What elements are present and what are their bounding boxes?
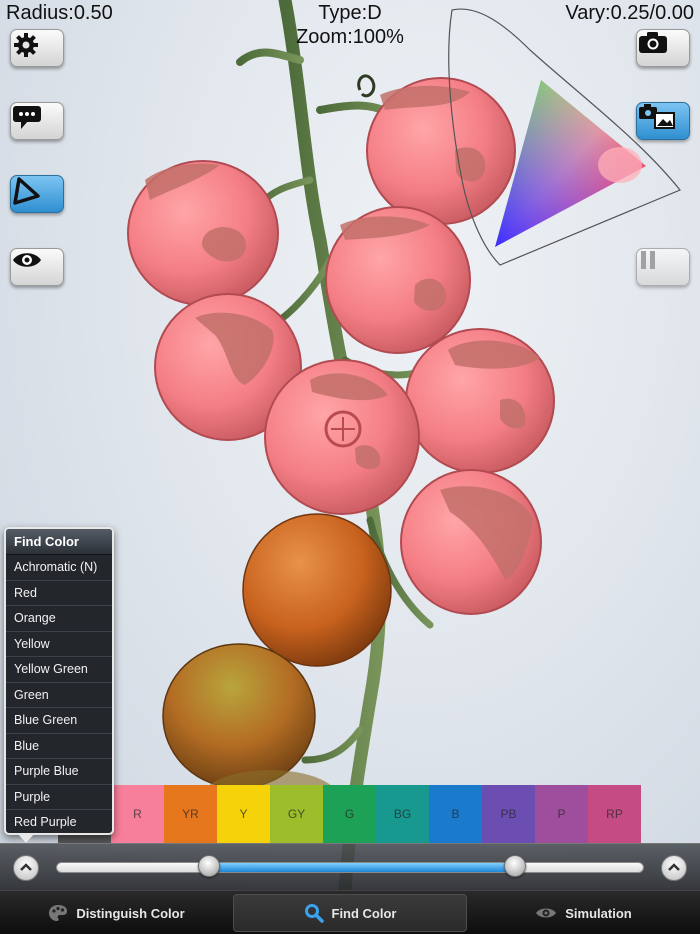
eye-icon bbox=[535, 906, 557, 920]
tab-find-color[interactable]: Find Color bbox=[233, 894, 467, 932]
range-slider-track[interactable] bbox=[56, 862, 644, 873]
menu-item-achromatic[interactable]: Achromatic (N) bbox=[6, 555, 112, 581]
hue-cell-rp[interactable]: RP bbox=[588, 785, 641, 843]
gamut-button[interactable] bbox=[10, 175, 64, 213]
menu-item-yellow-green[interactable]: Yellow Green bbox=[6, 657, 112, 683]
hue-cell-g[interactable]: G bbox=[323, 785, 376, 843]
tab-distinguish-color[interactable]: Distinguish Color bbox=[0, 894, 233, 932]
search-icon bbox=[304, 903, 324, 923]
hue-cell-gy[interactable]: GY bbox=[270, 785, 323, 843]
chevron-up-icon bbox=[19, 859, 33, 877]
hue-cell-y[interactable]: Y bbox=[217, 785, 270, 843]
tab-label: Distinguish Color bbox=[76, 905, 185, 921]
target-crosshair bbox=[324, 410, 362, 448]
chevron-up-icon bbox=[667, 859, 681, 877]
tab-simulation[interactable]: Simulation bbox=[467, 894, 700, 932]
expand-button[interactable] bbox=[661, 855, 687, 881]
tab-bar: Distinguish Color Find Color Simulation bbox=[0, 890, 700, 934]
zoom-readout: Zoom:100% bbox=[296, 26, 404, 48]
range-slider-bar bbox=[0, 843, 700, 890]
hue-cell-yr[interactable]: YR bbox=[164, 785, 217, 843]
menu-item-purple-blue[interactable]: Purple Blue bbox=[6, 759, 112, 785]
menu-item-yellow[interactable]: Yellow bbox=[6, 632, 112, 657]
settings-button[interactable] bbox=[10, 29, 64, 67]
menu-item-red-purple[interactable]: Red Purple bbox=[6, 810, 112, 833]
menu-toggle-button[interactable] bbox=[13, 855, 39, 881]
palette-icon bbox=[48, 904, 68, 922]
hue-cell-r[interactable]: R bbox=[111, 785, 164, 843]
menu-item-purple[interactable]: Purple bbox=[6, 785, 112, 810]
menu-item-blue-green[interactable]: Blue Green bbox=[6, 708, 112, 734]
message-button[interactable] bbox=[10, 102, 64, 140]
menu-item-red[interactable]: Red bbox=[6, 581, 112, 606]
hue-cell-b[interactable]: B bbox=[429, 785, 482, 843]
pause-button[interactable] bbox=[636, 248, 690, 286]
menu-item-green[interactable]: Green bbox=[6, 683, 112, 708]
range-slider-high-handle[interactable] bbox=[503, 855, 526, 877]
view-button[interactable] bbox=[10, 248, 64, 286]
menu-pointer bbox=[18, 834, 34, 843]
tab-label: Simulation bbox=[565, 905, 632, 921]
hue-strip[interactable]: NRYRYGYGBGBPBPRP bbox=[58, 785, 641, 843]
menu-item-blue[interactable]: Blue bbox=[6, 734, 112, 759]
photo-library-button[interactable] bbox=[636, 102, 690, 140]
hue-cell-bg[interactable]: BG bbox=[376, 785, 429, 843]
menu-item-orange[interactable]: Orange bbox=[6, 606, 112, 632]
hue-cell-pb[interactable]: PB bbox=[482, 785, 535, 843]
find-color-menu: Find Color Achromatic (N) Red Orange Yel… bbox=[4, 527, 114, 835]
range-slider-fill bbox=[209, 863, 516, 872]
range-slider-low-handle[interactable] bbox=[197, 855, 220, 877]
tab-label: Find Color bbox=[331, 905, 397, 921]
hue-cell-p[interactable]: P bbox=[535, 785, 588, 843]
menu-title: Find Color bbox=[6, 529, 112, 555]
vary-readout: Vary:0.25/0.00 bbox=[565, 2, 694, 24]
camera-button[interactable] bbox=[636, 29, 690, 67]
